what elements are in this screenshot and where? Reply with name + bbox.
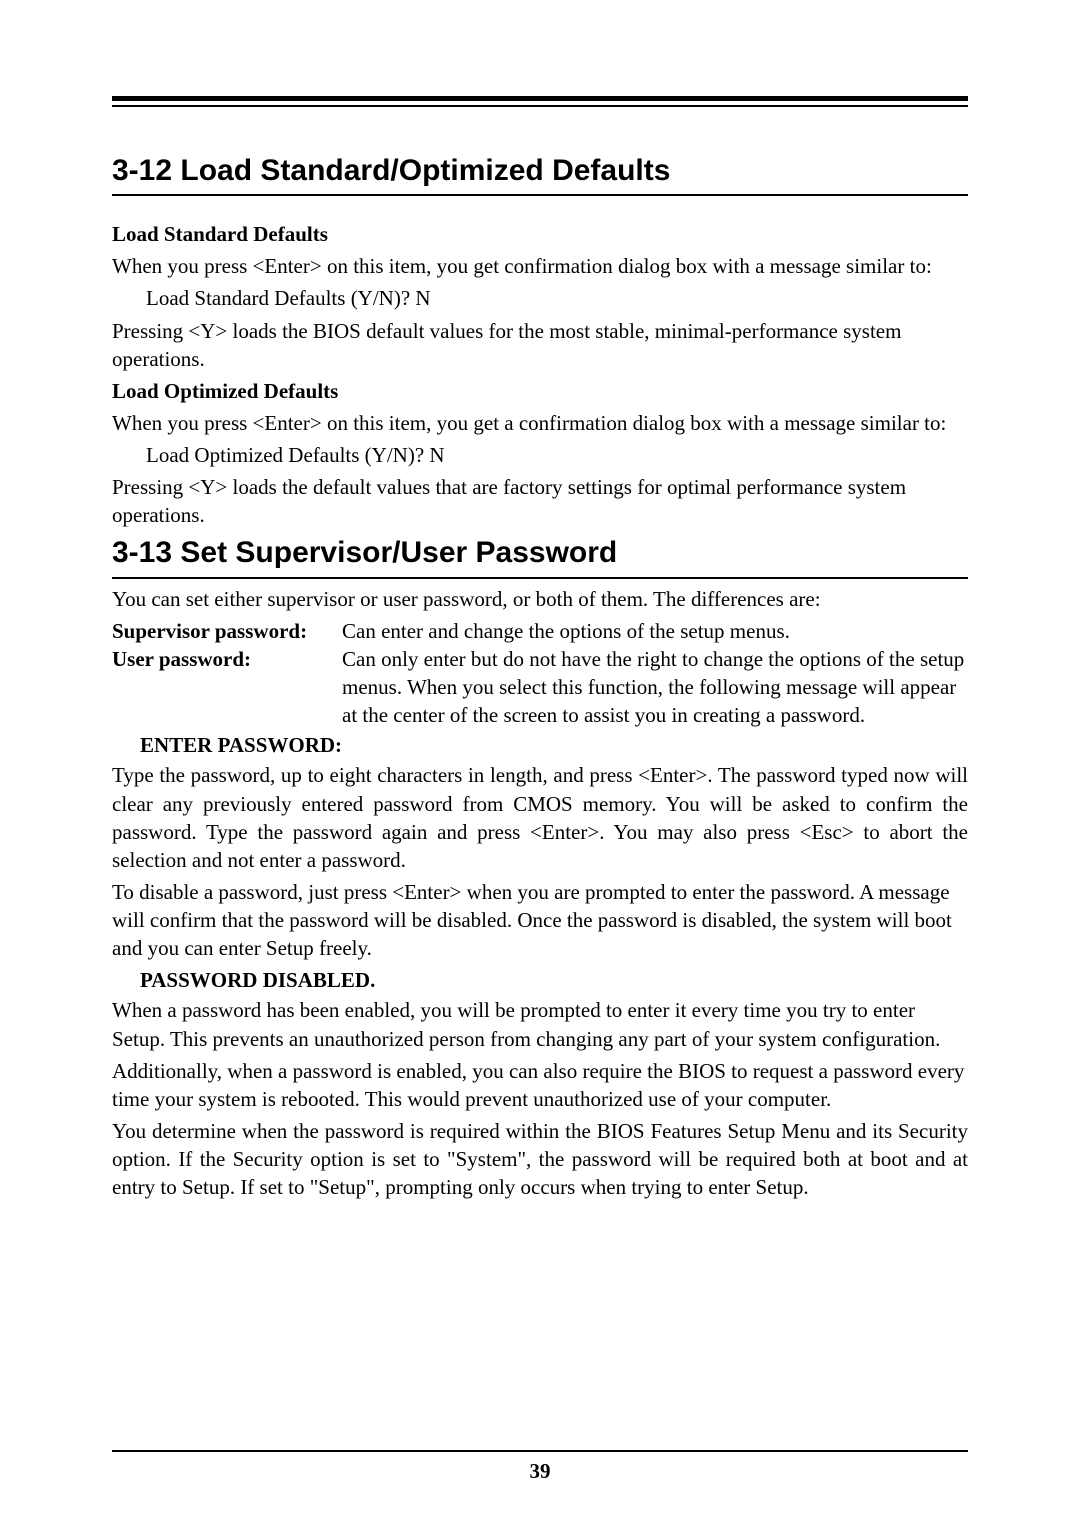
paragraph: When you press <Enter> on this item, you…: [112, 409, 968, 437]
supervisor-password-text: Can enter and change the options of the …: [342, 617, 968, 645]
password-disabled-heading: PASSWORD DISABLED.: [112, 966, 968, 994]
password-definitions-table: Supervisor password: Can enter and chang…: [112, 617, 968, 730]
page-number: 39: [0, 1459, 1080, 1484]
table-row: Supervisor password: Can enter and chang…: [112, 617, 968, 645]
bottom-rule: [112, 1450, 968, 1452]
paragraph: When you press <Enter> on this item, you…: [112, 252, 968, 280]
section-number: 3-12: [112, 154, 172, 187]
user-password-text: Can only enter but do not have the right…: [342, 645, 968, 729]
top-double-rule: [112, 96, 968, 107]
paragraph: When a password has been enabled, you wi…: [112, 996, 968, 1052]
paragraph: You can set either supervisor or user pa…: [112, 585, 968, 613]
prompt-line: Load Optimized Defaults (Y/N)? N: [112, 441, 968, 469]
section-title: Set Supervisor/User Password: [180, 536, 617, 569]
supervisor-password-label: Supervisor password:: [112, 617, 342, 645]
section-heading-3-13: 3-13 Set Supervisor/User Password: [112, 533, 968, 578]
paragraph: Type the password, up to eight character…: [112, 761, 968, 874]
subheading-load-optimized: Load Optimized Defaults: [112, 377, 968, 405]
page-content: 3-12 Load Standard/Optimized Defaults Lo…: [112, 151, 968, 1201]
spacer: [112, 202, 968, 220]
paragraph: To disable a password, just press <Enter…: [112, 878, 968, 962]
section-number: 3-13: [112, 536, 172, 569]
paragraph: Pressing <Y> loads the BIOS default valu…: [112, 317, 968, 373]
table-row: User password: Can only enter but do not…: [112, 645, 968, 729]
user-password-label: User password:: [112, 645, 342, 729]
subheading-load-standard: Load Standard Defaults: [112, 220, 968, 248]
section-title: Load Standard/Optimized Defaults: [180, 154, 670, 187]
paragraph: Additionally, when a password is enabled…: [112, 1057, 968, 1113]
prompt-line: Load Standard Defaults (Y/N)? N: [112, 284, 968, 312]
enter-password-heading: ENTER PASSWORD:: [112, 731, 968, 759]
paragraph: You determine when the password is requi…: [112, 1117, 968, 1201]
paragraph: Pressing <Y> loads the default values th…: [112, 473, 968, 529]
section-heading-3-12: 3-12 Load Standard/Optimized Defaults: [112, 151, 968, 196]
document-page: 3-12 Load Standard/Optimized Defaults Lo…: [0, 0, 1080, 1528]
